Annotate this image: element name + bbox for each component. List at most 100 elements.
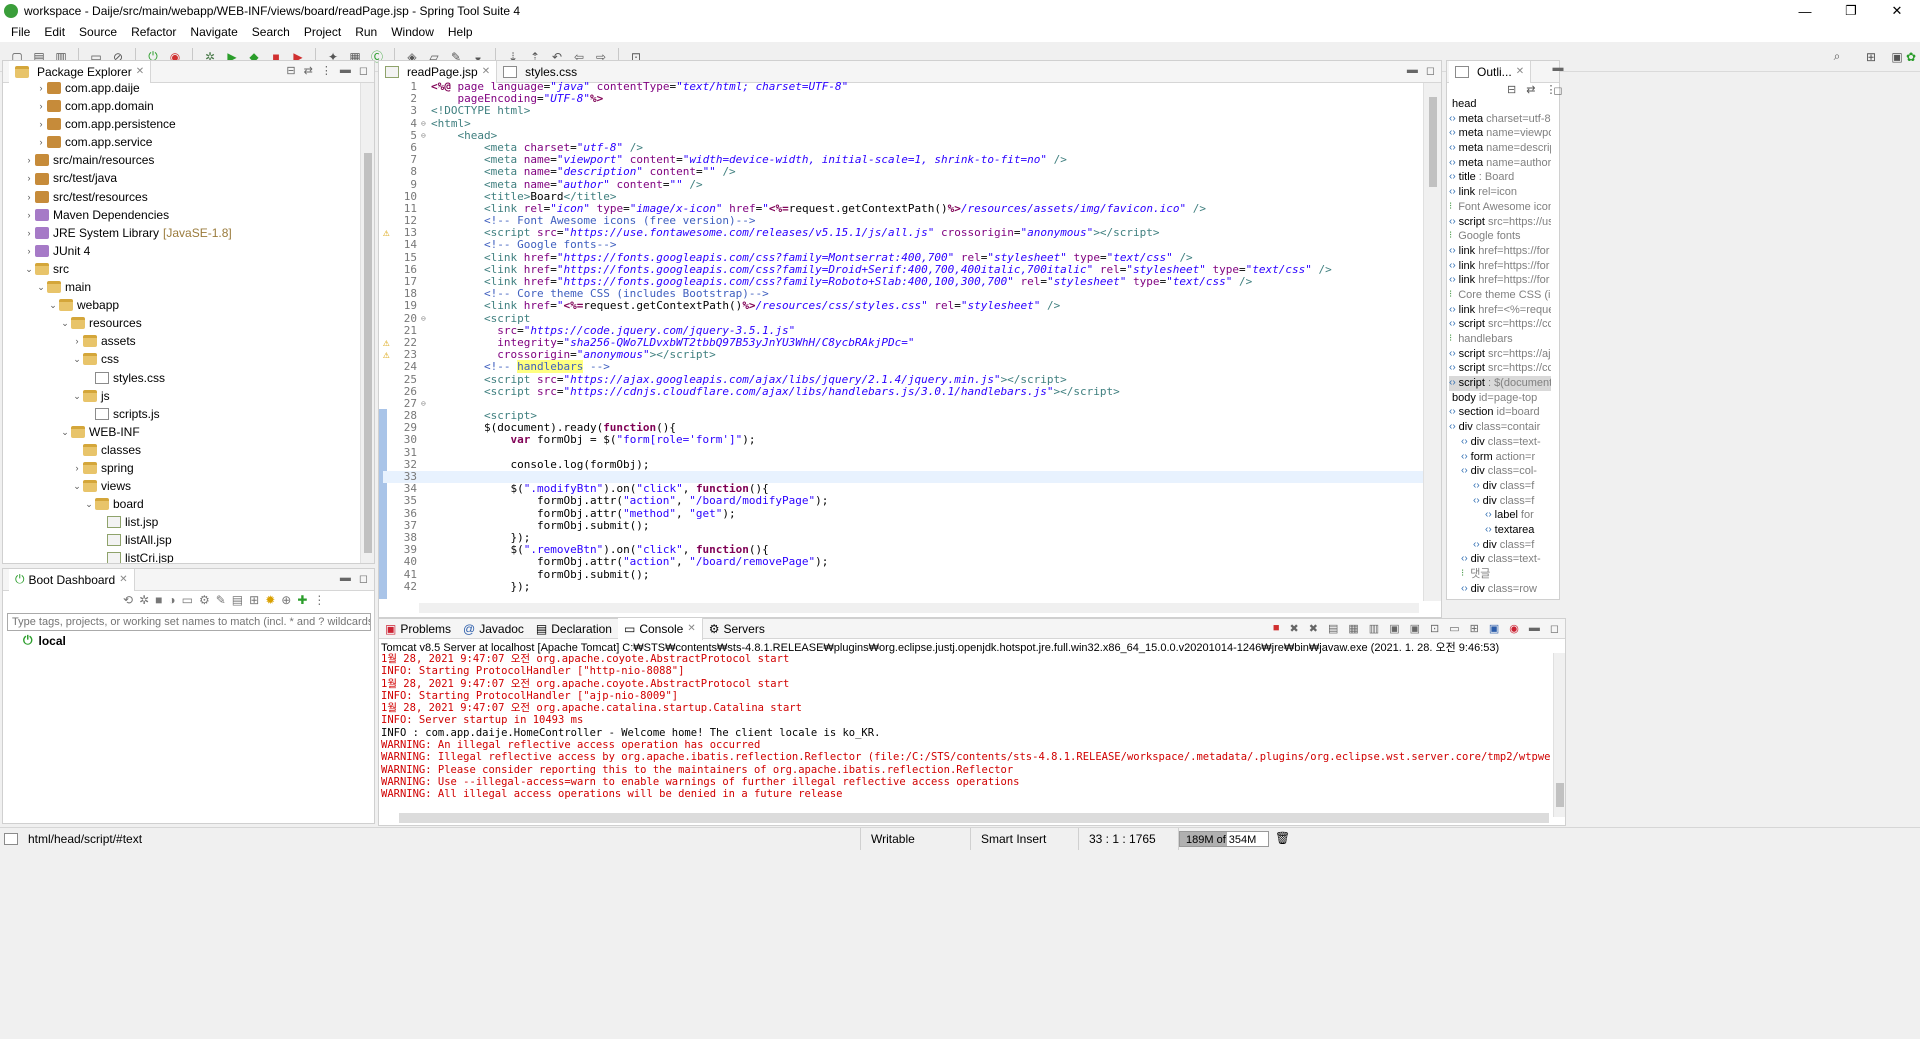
tab-outline[interactable]: Outli... ✕ bbox=[1449, 60, 1532, 83]
fold-toggle-icon[interactable] bbox=[421, 471, 431, 483]
collapsed-chevron-icon[interactable]: › bbox=[23, 151, 35, 169]
tree-item[interactable]: classes bbox=[3, 441, 361, 459]
fold-toggle-icon[interactable] bbox=[421, 532, 431, 544]
console-icon[interactable]: ▭ bbox=[182, 593, 193, 607]
fold-toggle-icon[interactable] bbox=[421, 374, 431, 386]
code-line[interactable]: 27 ⊖ bbox=[383, 397, 1423, 410]
menu-file[interactable]: File bbox=[4, 25, 37, 39]
restart-icon[interactable]: ⟲ bbox=[123, 593, 133, 607]
outline-item[interactable]: ‹› meta name=author bbox=[1449, 156, 1551, 171]
tab-declaration[interactable]: ▤ Declaration bbox=[530, 618, 618, 640]
view-menu-icon[interactable]: ⋮ bbox=[313, 593, 325, 607]
bulb-icon[interactable]: ✹ bbox=[265, 593, 275, 607]
code-line[interactable]: 3 <!DOCTYPE html> bbox=[383, 105, 1423, 117]
expanded-chevron-icon[interactable]: ⌄ bbox=[23, 260, 35, 278]
menu-run[interactable]: Run bbox=[348, 25, 384, 39]
tree-item[interactable]: › src/main/resources bbox=[3, 151, 361, 169]
tree-item[interactable]: listAll.jsp bbox=[3, 531, 361, 549]
tree-item[interactable]: › com.app.service bbox=[3, 133, 361, 151]
outline-item[interactable]: ‹› script: $(document bbox=[1449, 376, 1551, 391]
collapsed-chevron-icon[interactable]: › bbox=[23, 224, 35, 242]
menu-source[interactable]: Source bbox=[72, 25, 124, 39]
outline-item[interactable]: ‹› textarea bbox=[1449, 523, 1551, 538]
debug-restart-icon[interactable]: ✲ bbox=[139, 593, 149, 607]
minimize-icon[interactable]: ▬ bbox=[340, 572, 351, 585]
tab-boot-dashboard[interactable]: ⏻ Boot Dashboard ✕ bbox=[9, 568, 135, 591]
fold-toggle-icon[interactable] bbox=[421, 349, 431, 361]
expanded-chevron-icon[interactable]: ⌄ bbox=[35, 278, 47, 296]
tree-item[interactable]: ⌄ webapp bbox=[3, 296, 361, 314]
minimize-button[interactable]: — bbox=[1782, 0, 1828, 22]
close-icon[interactable]: ✕ bbox=[119, 574, 127, 585]
fold-toggle-icon[interactable]: ⊖ bbox=[421, 398, 431, 410]
tree-item[interactable]: › com.app.domain bbox=[3, 97, 361, 115]
show-stderr-icon[interactable]: ▣ bbox=[1410, 622, 1420, 635]
clear-console-icon[interactable]: ▤ bbox=[1328, 622, 1338, 635]
tab-console[interactable]: ▭ Console ✕ bbox=[617, 617, 703, 640]
outline-item[interactable]: ‹› link rel=icon bbox=[1449, 185, 1551, 200]
fold-toggle-icon[interactable] bbox=[421, 581, 431, 593]
code-line[interactable]: 9 <meta name="author" content="" /> bbox=[383, 178, 1423, 191]
menu-project[interactable]: Project bbox=[297, 25, 348, 39]
tree-item[interactable]: scripts.js bbox=[3, 405, 361, 423]
tree-item[interactable]: › spring bbox=[3, 459, 361, 477]
filter-input[interactable] bbox=[7, 613, 371, 631]
tree-item[interactable]: ⌄ js bbox=[3, 387, 361, 405]
local-target[interactable]: ⏻ local bbox=[23, 633, 66, 648]
fold-toggle-icon[interactable]: ⊖ bbox=[421, 130, 431, 142]
stop-icon[interactable]: ■ bbox=[155, 593, 162, 607]
maximize-icon[interactable]: ◻ bbox=[359, 64, 368, 77]
outline-item[interactable]: ‹› div class=row bbox=[1449, 582, 1551, 597]
outline-item[interactable]: head bbox=[1449, 97, 1551, 112]
fold-toggle-icon[interactable] bbox=[421, 520, 431, 532]
collapsed-chevron-icon[interactable]: › bbox=[35, 97, 47, 115]
add-icon[interactable]: ✚ bbox=[297, 593, 307, 607]
tree-item[interactable]: › com.app.daije bbox=[3, 79, 361, 97]
tree-item[interactable]: › src/test/java bbox=[3, 169, 361, 187]
collapsed-chevron-icon[interactable]: › bbox=[35, 115, 47, 133]
open-perspective-icon[interactable]: ⊞ bbox=[1862, 48, 1880, 66]
outline-item[interactable]: ‹› label for bbox=[1449, 508, 1551, 523]
fold-toggle-icon[interactable]: ⊖ bbox=[421, 313, 431, 325]
fold-toggle-icon[interactable] bbox=[421, 276, 431, 288]
code-line[interactable]: 42 }); bbox=[383, 580, 1423, 593]
chrome-icon[interactable]: ◉ bbox=[1509, 622, 1519, 635]
expanded-chevron-icon[interactable]: ⌄ bbox=[71, 477, 83, 495]
fold-toggle-icon[interactable] bbox=[421, 239, 431, 251]
collapsed-chevron-icon[interactable]: › bbox=[23, 169, 35, 187]
fold-toggle-icon[interactable] bbox=[421, 142, 431, 154]
outline-item[interactable]: ‹› div class=contair bbox=[1449, 420, 1551, 435]
fold-toggle-icon[interactable] bbox=[421, 105, 431, 117]
console-output[interactable]: 1월 28, 2021 9:47:07 오전 org.apache.coyote… bbox=[381, 653, 1551, 813]
menu-refactor[interactable]: Refactor bbox=[124, 25, 183, 39]
minimize-icon[interactable]: ▬ bbox=[1529, 622, 1540, 635]
collapsed-chevron-icon[interactable]: › bbox=[71, 459, 83, 477]
code-line[interactable]: 19 <link href="<%=request.getContextPath… bbox=[383, 300, 1423, 312]
outline-item[interactable]: ⁝ Core theme CSS (in bbox=[1449, 288, 1551, 303]
fold-toggle-icon[interactable] bbox=[421, 410, 431, 422]
collapsed-chevron-icon[interactable]: › bbox=[71, 332, 83, 350]
tree-item[interactable]: ⌄ src bbox=[3, 260, 361, 278]
minimize-icon[interactable]: ▬ bbox=[1407, 64, 1418, 77]
heap-status[interactable]: 189M of 354M 🗑 bbox=[1178, 827, 1298, 850]
outline-item[interactable]: ‹› meta name=viewpo bbox=[1449, 126, 1551, 141]
outline-item[interactable]: ‹› div class=text- bbox=[1449, 435, 1551, 450]
minimize-icon[interactable]: ▬ bbox=[1553, 62, 1564, 74]
fold-toggle-icon[interactable] bbox=[421, 227, 431, 239]
fold-toggle-icon[interactable] bbox=[421, 361, 431, 373]
tab-styles-css[interactable]: styles.css bbox=[497, 61, 583, 83]
close-icon[interactable]: ✕ bbox=[136, 66, 144, 77]
code-line[interactable]: 41 formObj.submit(); bbox=[383, 568, 1423, 581]
tab-javadoc[interactable]: @ Javadoc bbox=[457, 618, 530, 640]
tab-readpage-jsp[interactable]: readPage.jsp ✕ bbox=[379, 60, 498, 83]
expanded-chevron-icon[interactable]: ⌄ bbox=[47, 296, 59, 314]
outline-item[interactable]: ‹› meta name=descrip bbox=[1449, 141, 1551, 156]
link-editor-icon[interactable]: ⇄ bbox=[1526, 83, 1535, 96]
outline-item[interactable]: ‹› link href=https://for bbox=[1449, 259, 1551, 274]
editor-vertical-scrollbar[interactable] bbox=[1423, 83, 1441, 601]
code-line[interactable]: 30 var formObj = $("form[role='form']"); bbox=[383, 434, 1423, 446]
tree-item[interactable]: ⌄ views bbox=[3, 477, 361, 495]
fold-toggle-icon[interactable] bbox=[421, 154, 431, 166]
fold-toggle-icon[interactable] bbox=[421, 179, 431, 191]
tree-item[interactable]: › JUnit 4 bbox=[3, 242, 361, 260]
